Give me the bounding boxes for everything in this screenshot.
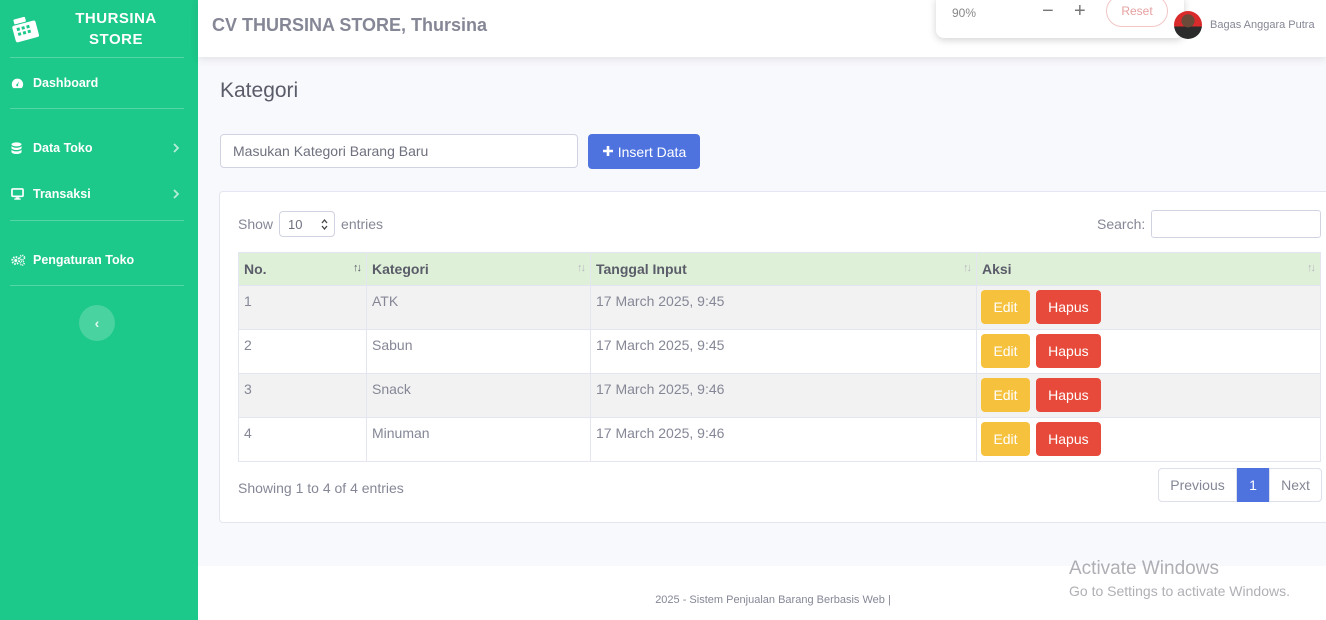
- brand[interactable]: THURSINA STORE: [0, 0, 198, 57]
- sort-icon: ↑↓: [577, 262, 586, 274]
- cell-tanggal: 17 March 2025, 9:45: [590, 285, 977, 330]
- cell-aksi: Edit Hapus: [976, 373, 1321, 418]
- hapus-button[interactable]: Hapus: [1035, 334, 1101, 368]
- zoom-out-button[interactable]: −: [1042, 0, 1054, 23]
- cell-no: 1: [238, 285, 367, 330]
- cell-kategori: Minuman: [366, 417, 591, 462]
- cash-register-icon: [8, 12, 42, 46]
- sidebar-item-data-toko[interactable]: Data Toko: [0, 123, 198, 173]
- cell-no: 4: [238, 417, 367, 462]
- windows-activation-watermark: Activate Windows Go to Settings to activ…: [1069, 558, 1290, 599]
- sidebar-item-dashboard[interactable]: Dashboard: [0, 58, 198, 108]
- brand-name: THURSINA STORE: [75, 9, 157, 48]
- column-header-tanggal-input[interactable]: Tanggal Input ↑↓: [590, 252, 977, 286]
- user-name: Bagas Anggara Putra: [1210, 19, 1315, 31]
- cell-tanggal: 17 March 2025, 9:46: [590, 417, 977, 462]
- database-icon: [11, 141, 27, 155]
- table-row: 1 ATK 17 March 2025, 9:45 Edit Hapus: [238, 285, 1321, 330]
- column-header-no[interactable]: No. ↑↓: [238, 252, 367, 286]
- table-row: 3 Snack 17 March 2025, 9:46 Edit Hapus: [238, 373, 1321, 418]
- table-search: Search:: [1097, 210, 1322, 238]
- cell-no: 3: [238, 373, 367, 418]
- pagination-previous[interactable]: Previous: [1158, 468, 1237, 502]
- sidebar-toggle-button[interactable]: ‹: [79, 305, 115, 341]
- table-row: 4 Minuman 17 March 2025, 9:46 Edit Hapus: [238, 417, 1321, 462]
- pagination-page-1[interactable]: 1: [1237, 468, 1269, 502]
- topbar: CV THURSINA STORE, Thursina 90% − + Rese…: [198, 0, 1326, 57]
- hapus-button[interactable]: Hapus: [1035, 422, 1101, 456]
- edit-button[interactable]: Edit: [981, 422, 1030, 456]
- cell-tanggal: 17 March 2025, 9:45: [590, 329, 977, 374]
- column-header-kategori[interactable]: Kategori ↑↓: [366, 252, 591, 286]
- cell-aksi: Edit Hapus: [976, 285, 1321, 330]
- cell-no: 2: [238, 329, 367, 374]
- hapus-button[interactable]: Hapus: [1035, 378, 1101, 412]
- sort-icon: ↑↓: [353, 262, 362, 274]
- cell-kategori: Sabun: [366, 329, 591, 374]
- sort-icon: ↑↓: [963, 262, 972, 274]
- sidebar-item-transaksi[interactable]: Transaksi: [0, 169, 198, 219]
- table-header-row: No. ↑↓ Kategori ↑↓ Tanggal Input ↑↓ Aksi ↑↓: [238, 252, 1321, 286]
- edit-button[interactable]: Edit: [981, 334, 1030, 368]
- plus-icon: [602, 142, 614, 162]
- hapus-button[interactable]: Hapus: [1035, 290, 1101, 324]
- chevron-right-icon: [173, 187, 180, 202]
- avatar: [1174, 11, 1202, 39]
- chevron-left-icon: ‹: [94, 315, 100, 331]
- sort-icon: ↑↓: [1307, 262, 1316, 274]
- entries-length-select[interactable]: 10: [279, 211, 336, 237]
- table-row: 2 Sabun 17 March 2025, 9:45 Edit Hapus: [238, 329, 1321, 374]
- pagination: Previous 1 Next: [1158, 468, 1322, 502]
- zoom-popup: 90% − + Reset: [936, 0, 1184, 38]
- cell-kategori: ATK: [366, 285, 591, 330]
- desktop-icon: [11, 188, 27, 200]
- sidebar: THURSINA STORE Dashboard Data Toko Trans…: [0, 0, 198, 620]
- insert-data-button[interactable]: Insert Data: [588, 134, 700, 169]
- cell-aksi: Edit Hapus: [976, 417, 1321, 462]
- zoom-in-button[interactable]: +: [1074, 0, 1086, 23]
- tachometer-icon: [11, 77, 27, 90]
- sidebar-item-pengaturan-toko[interactable]: Pengaturan Toko: [0, 235, 198, 285]
- length-control: Show 10 entries: [238, 211, 383, 237]
- edit-button[interactable]: Edit: [981, 290, 1030, 324]
- category-input[interactable]: [220, 134, 578, 168]
- kategori-table: No. ↑↓ Kategori ↑↓ Tanggal Input ↑↓ Aksi ↑↓ …: [238, 252, 1321, 462]
- edit-button[interactable]: Edit: [981, 378, 1030, 412]
- store-title: CV THURSINA STORE, Thursina: [212, 15, 488, 35]
- cogs-icon: [11, 254, 27, 266]
- user-menu[interactable]: Bagas Anggara Putra: [1174, 11, 1315, 39]
- cell-tanggal: 17 March 2025, 9:46: [590, 373, 977, 418]
- page-title: Kategori: [220, 79, 299, 102]
- search-input[interactable]: [1151, 210, 1322, 238]
- zoom-reset-button[interactable]: Reset: [1106, 0, 1168, 27]
- select-arrows-icon: [321, 218, 328, 230]
- cell-aksi: Edit Hapus: [976, 329, 1321, 374]
- chevron-right-icon: [173, 141, 180, 156]
- column-header-aksi[interactable]: Aksi ↑↓: [976, 252, 1321, 286]
- cell-kategori: Snack: [366, 373, 591, 418]
- pagination-next[interactable]: Next: [1269, 468, 1322, 502]
- sidebar-divider: [10, 285, 184, 286]
- data-table-card: Show 10 entries Search: No. ↑↓ Kategori ↑↓…: [219, 191, 1326, 523]
- table-info: Showing 1 to 4 of 4 entries: [238, 480, 404, 496]
- zoom-level: 90%: [952, 6, 977, 20]
